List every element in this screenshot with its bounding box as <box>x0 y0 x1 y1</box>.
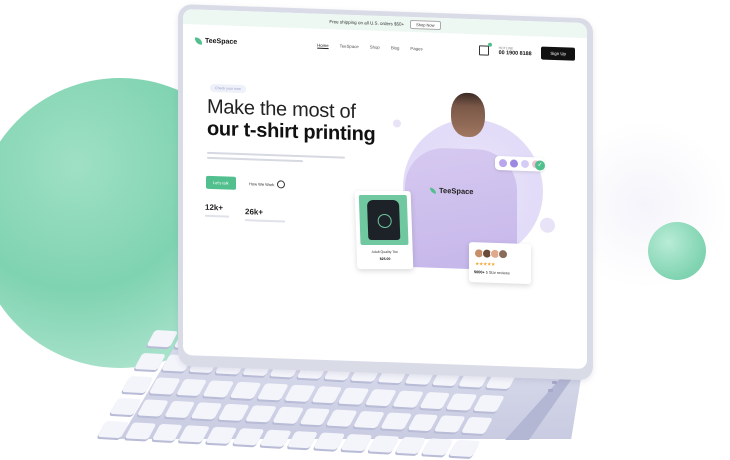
keyboard-key <box>448 439 481 458</box>
review-card: ★★★★★ 5000+ 5 Star reviews <box>469 241 531 285</box>
laptop-screen: Free shipping on all U.S. orders $50+ Sh… <box>183 9 587 370</box>
how-we-work-link[interactable]: How We Work <box>249 179 286 189</box>
keyboard-key <box>406 414 439 432</box>
nav-item-home[interactable]: Home <box>317 42 328 47</box>
nav-menu: Home TeeSpace Shop Blog Pages <box>317 42 422 51</box>
review-summary: 5000+ 5 Star reviews <box>474 270 510 275</box>
keyboard-key <box>163 401 196 419</box>
announcement-text: Free shipping on all U.S. orders $50+ <box>329 19 405 27</box>
hero-tag: Check your now <box>210 83 246 94</box>
keyboard-key <box>298 408 331 426</box>
keyboard-key <box>256 382 289 401</box>
nav-item-pages[interactable]: Pages <box>410 45 422 50</box>
laptop-mockup: Free shipping on all U.S. orders $50+ Sh… <box>0 0 730 458</box>
keyboard-key <box>136 399 169 417</box>
keyboard-key <box>379 412 412 431</box>
decorative-bubble <box>393 119 401 128</box>
check-icon[interactable]: ✓ <box>535 160 545 171</box>
keyboard-key <box>175 378 208 396</box>
how-we-work-label: How We Work <box>249 180 275 187</box>
keyboard-key <box>232 428 265 446</box>
keyboard-key <box>148 376 181 395</box>
keyboard-key <box>134 352 166 370</box>
color-swatch[interactable] <box>499 159 507 168</box>
brand-logo[interactable]: TeeSpace <box>195 36 238 46</box>
color-swatch[interactable] <box>521 159 529 169</box>
leaf-logo-icon <box>195 36 202 45</box>
keyboard-key <box>178 425 211 443</box>
keyboard-key <box>419 391 451 409</box>
keyboard-key <box>325 409 358 428</box>
product-image <box>358 194 409 246</box>
brand-name: TeeSpace <box>205 37 238 46</box>
keyboard-key <box>124 422 156 440</box>
avatar-group <box>474 248 508 260</box>
stat-block: 26k+ <box>245 207 285 223</box>
play-icon <box>277 180 286 189</box>
star-icon: ★★★★★ <box>475 261 495 268</box>
stat-caption <box>245 219 285 223</box>
color-swatch[interactable] <box>510 159 518 168</box>
laptop-port <box>548 389 553 392</box>
keyboard-key <box>244 405 277 423</box>
keyboard-key <box>365 388 397 406</box>
keyboard-key <box>311 385 343 403</box>
keyboard-key <box>313 432 346 450</box>
keyboard-key <box>433 415 466 433</box>
product-name: Adult Quality Tee <box>371 250 399 255</box>
review-count: 5000+ <box>474 270 485 275</box>
nav-item-shop[interactable]: Shop <box>370 44 380 49</box>
keyboard-key <box>190 402 223 420</box>
tshirt-icon <box>366 200 401 241</box>
keyboard-key <box>286 431 319 449</box>
hoodie-print-text: TeeSpace <box>439 185 474 197</box>
stat-block: 12k+ <box>205 203 229 218</box>
navbar: TeeSpace Home TeeSpace Shop Blog Pages H… <box>195 31 575 62</box>
keyboard-key <box>271 407 304 425</box>
keyboard-key <box>421 438 454 456</box>
keyboard-key <box>146 330 179 348</box>
product-card[interactable]: Adult Quality Tee $25.00 <box>354 190 414 270</box>
hero-description <box>207 151 345 167</box>
shop-now-button[interactable]: Shop Now <box>410 19 441 30</box>
model-head-image <box>451 92 485 138</box>
hoodie-print: TeeSpace <box>430 185 474 197</box>
leaf-logo-icon <box>430 187 436 194</box>
keyboard-key <box>392 390 424 408</box>
keyboard-key <box>205 426 238 445</box>
keyboard-key <box>97 421 129 439</box>
keyboard-key <box>338 387 370 405</box>
keyboard-key <box>340 434 373 452</box>
hotline: HOTLINE 00 1900 8188 <box>499 46 532 57</box>
signup-button[interactable]: Sign Up <box>541 46 575 61</box>
stat-caption <box>205 214 229 218</box>
avatar <box>498 249 508 260</box>
keyboard-key <box>352 411 385 429</box>
keyboard-key <box>394 437 427 455</box>
keyboard-key <box>121 375 154 393</box>
hero-title-line2: our t-shirt printing <box>207 117 376 146</box>
cart-icon[interactable] <box>478 45 489 56</box>
nav-item-teespace[interactable]: TeeSpace <box>340 43 359 49</box>
hotline-number: 00 1900 8188 <box>498 50 532 58</box>
decorative-bubble <box>540 217 555 233</box>
keyboard-key <box>446 392 479 411</box>
keyboard-key <box>367 435 400 453</box>
laptop-port <box>552 381 557 384</box>
lets-talk-button[interactable]: Let's talk <box>206 175 236 190</box>
stat-number: 26k+ <box>245 207 264 217</box>
nav-item-blog[interactable]: Blog <box>391 45 400 50</box>
stat-number: 12k+ <box>205 202 224 213</box>
keyboard-key <box>109 398 142 416</box>
keyboard-key <box>283 384 316 402</box>
keyboard-key <box>217 404 250 422</box>
keyboard-key <box>229 381 262 399</box>
keyboard-key <box>259 429 292 448</box>
review-label: 5 Star reviews <box>485 270 510 276</box>
keyboard-key <box>202 379 235 398</box>
product-price: $25.00 <box>379 257 391 262</box>
